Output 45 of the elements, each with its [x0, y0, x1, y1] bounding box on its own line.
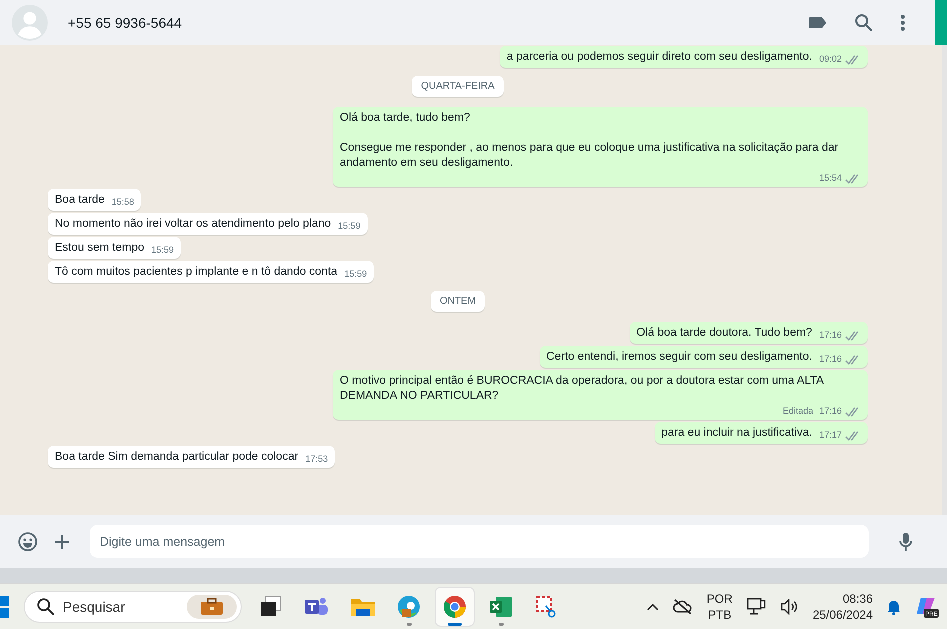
date-divider: ONTEM	[430, 291, 486, 312]
emoji-icon[interactable]	[18, 532, 38, 552]
message-time: 15:58	[112, 196, 134, 209]
edited-label: Editada	[782, 405, 814, 418]
message-text: No momento não irei voltar os atendimento pelo plano	[55, 217, 332, 232]
message-text: Olá boa tarde, tudo bem? Consegue me responder , ao menos para que eu coloque uma justificativa na solicitação para dar andamento em seu desligamento.	[340, 111, 840, 171]
briefcase-icon	[187, 594, 237, 618]
bell-icon[interactable]	[887, 598, 901, 614]
label-icon[interactable]	[809, 16, 827, 28]
message-text: Boa tarde	[55, 193, 105, 208]
microphone-icon[interactable]	[899, 532, 913, 552]
taskbar-search-field[interactable]: Pesquisar	[24, 590, 242, 622]
message-time: 15:59	[344, 268, 368, 281]
message-time: 17:16	[819, 329, 842, 342]
windows-start-icon[interactable]	[0, 596, 10, 618]
message-text: Boa tarde Sim demanda particular pode colocar	[55, 450, 299, 465]
menu-icon[interactable]	[901, 14, 905, 30]
message-text: O motivo principal então é BUROCRACIA da operadora, ou por a doutora estar com uma ALTA DEMANDA NO PARTICULAR?	[340, 374, 825, 404]
date-divider: QUARTA-FEIRA	[412, 76, 504, 97]
contact-name[interactable]: +55 65 9936-5644	[68, 14, 809, 30]
message-input-field[interactable]: Digite uma mensagem	[90, 525, 869, 558]
message-time: 17:53	[306, 453, 328, 466]
cloud-offline-icon[interactable]	[672, 598, 693, 614]
message-text: Tô com muitos pacientes p implante e n tô dando conta	[55, 265, 338, 280]
message-text: para eu incluir na justificativa.	[662, 426, 812, 441]
message-text: Estou sem tempo	[55, 241, 144, 256]
message-text: a parceria ou podemos seguir direto com seu desligamento.	[506, 50, 812, 65]
message-text: Olá boa tarde doutora. Tudo bem?	[636, 326, 812, 341]
message-time: 15:54	[819, 172, 842, 185]
message-time: 17:16	[819, 353, 842, 366]
network-icon[interactable]	[746, 598, 767, 616]
plus-icon[interactable]	[54, 534, 70, 550]
clock[interactable]: 08:36 25/06/2024	[812, 590, 873, 622]
message-time: 15:59	[151, 244, 174, 257]
search-icon	[37, 598, 55, 616]
message-time: 15:59	[338, 220, 361, 233]
message-text: Certo entendi, iremos seguir com seu desligamento.	[546, 350, 812, 365]
chrome-browser-icon[interactable]	[436, 588, 474, 626]
speaker-icon[interactable]	[780, 598, 799, 614]
message-time: 17:17	[819, 429, 842, 442]
language-indicator[interactable]: POR PTB	[706, 590, 733, 622]
search-icon[interactable]	[855, 14, 873, 32]
chevron-up-icon[interactable]	[646, 602, 659, 610]
message-time: 17:16	[819, 405, 842, 418]
message-time: 09:02	[819, 53, 842, 66]
